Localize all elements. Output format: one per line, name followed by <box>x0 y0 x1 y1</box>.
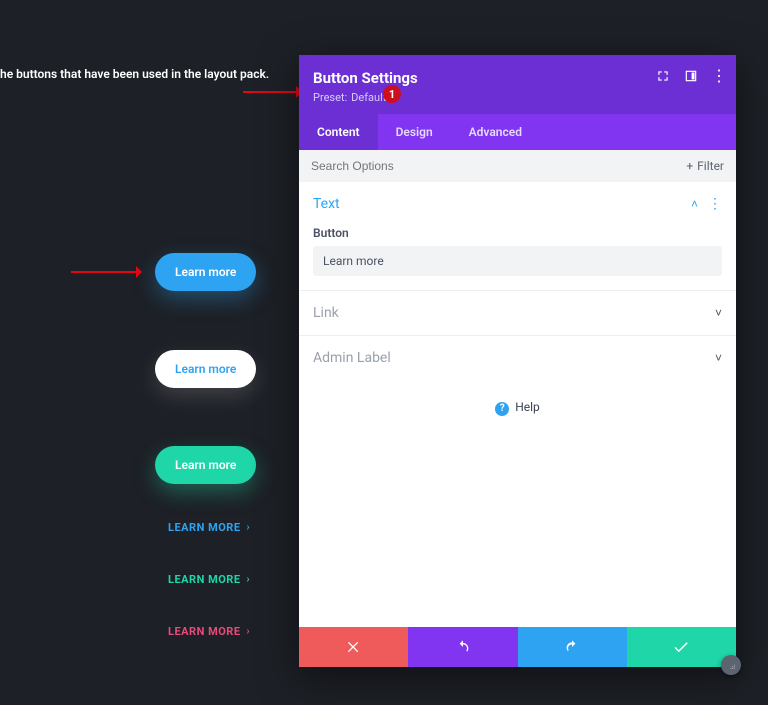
snap-right-icon[interactable] <box>684 69 698 83</box>
save-button[interactable] <box>627 627 736 667</box>
section-title: Text <box>313 196 340 212</box>
resize-icon <box>726 660 736 670</box>
preview-link-label: LEARN MORE <box>168 625 241 638</box>
modal-header-actions: ⋮ <box>656 69 726 83</box>
filter-label: Filter <box>697 159 724 173</box>
field-label-button: Button <box>313 226 722 240</box>
redo-icon <box>564 639 580 655</box>
preset-value: Default <box>351 91 386 104</box>
chevron-down-icon[interactable]: ˅ <box>715 351 722 365</box>
undo-icon <box>455 639 471 655</box>
annotation-badge: 1 <box>383 85 401 103</box>
undo-button[interactable] <box>408 627 517 667</box>
button-settings-modal: Button Settings Preset: Default ▾ 1 ⋮ Co… <box>299 55 736 667</box>
section-title: Admin Label <box>313 350 391 366</box>
tab-design[interactable]: Design <box>378 114 451 150</box>
plus-icon: + <box>686 159 693 173</box>
preview-link-pink[interactable]: LEARN MORE › <box>168 625 250 638</box>
preview-link-blue[interactable]: LEARN MORE › <box>168 521 250 534</box>
help-icon: ? <box>495 402 509 416</box>
resize-handle[interactable] <box>721 655 741 675</box>
section-text-header[interactable]: Text ˄ ⋮ <box>313 196 722 212</box>
section-admin-label-header[interactable]: Admin Label ˅ <box>313 350 722 366</box>
preview-button-white[interactable]: Learn more <box>155 350 256 388</box>
modal-header: Button Settings Preset: Default ▾ 1 ⋮ <box>299 55 736 114</box>
chevron-down-icon[interactable]: ˅ <box>715 306 722 320</box>
help-label: Help <box>515 400 540 414</box>
section-link: Link ˅ <box>299 291 736 336</box>
more-vertical-icon[interactable]: ⋮ <box>712 69 726 83</box>
page-description-text: he buttons that have been used in the la… <box>0 67 269 81</box>
close-icon <box>346 639 362 655</box>
more-vertical-icon[interactable]: ⋮ <box>708 196 722 212</box>
preset-dropdown[interactable]: Preset: Default ▾ <box>313 91 722 104</box>
tab-content[interactable]: Content <box>299 114 378 150</box>
chevron-right-icon: › <box>247 574 251 585</box>
annotation-arrow-preset <box>243 91 301 93</box>
cancel-button[interactable] <box>299 627 408 667</box>
expand-icon[interactable] <box>656 69 670 83</box>
tab-advanced[interactable]: Advanced <box>451 114 540 150</box>
preview-link-teal[interactable]: LEARN MORE › <box>168 573 250 586</box>
chevron-right-icon: › <box>247 522 251 533</box>
button-text-input[interactable]: Learn more <box>313 246 722 276</box>
help-link[interactable]: ? Help <box>299 380 736 424</box>
redo-button[interactable] <box>518 627 627 667</box>
search-bar: + Filter <box>299 150 736 182</box>
annotation-arrow-button <box>71 271 141 273</box>
section-title: Link <box>313 305 339 321</box>
modal-body: Text ˄ ⋮ Button Learn more Link ˅ Admin … <box>299 182 736 627</box>
preview-link-label: LEARN MORE <box>168 573 241 586</box>
preview-link-label: LEARN MORE <box>168 521 241 534</box>
check-icon <box>672 638 690 656</box>
section-admin-label: Admin Label ˅ <box>299 336 736 380</box>
preview-button-teal[interactable]: Learn more <box>155 446 256 484</box>
search-input[interactable] <box>311 159 686 173</box>
filter-button[interactable]: + Filter <box>686 159 724 173</box>
modal-footer <box>299 627 736 667</box>
preview-button-blue[interactable]: Learn more <box>155 253 256 291</box>
section-link-header[interactable]: Link ˅ <box>313 305 722 321</box>
modal-tabs: Content Design Advanced <box>299 114 736 150</box>
preset-label: Preset: <box>313 91 347 104</box>
chevron-up-icon[interactable]: ˄ <box>691 197 698 211</box>
chevron-right-icon: › <box>247 626 251 637</box>
section-text: Text ˄ ⋮ Button Learn more <box>299 182 736 291</box>
